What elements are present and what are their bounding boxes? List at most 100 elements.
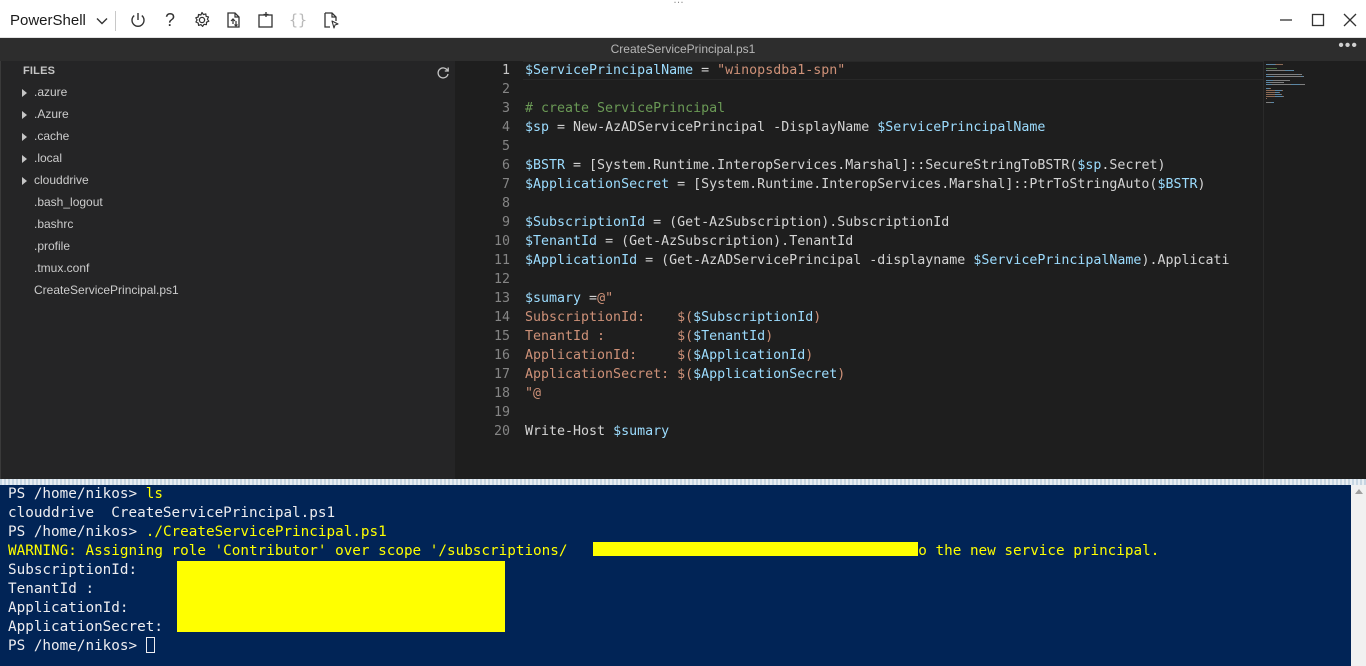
code-token: = New-AzADServicePrincipal -DisplayName [549,120,878,135]
redacted-output-values [177,561,505,632]
minimap[interactable] [1263,61,1366,479]
tree-item-label: .local [34,151,63,165]
settings-button[interactable] [192,10,212,30]
line-number: 2 [501,82,510,97]
scroll-up-icon[interactable] [1355,489,1363,494]
code-line[interactable] [525,270,1263,289]
code-token: = (Get-AzSubscription).TenantId [597,234,854,249]
code-token: $sp [1077,158,1102,173]
shell-type-dropdown[interactable]: PowerShell [10,12,108,29]
terminal-cursor [145,637,155,653]
line-number: 18 [493,386,510,401]
terminal-scrollbar[interactable] [1351,485,1366,666]
tree-file-item[interactable]: .bash_logout [1,191,456,213]
chevron-right-icon[interactable] [22,111,27,119]
code-area[interactable]: $ServicePrincipalName = "winopsdba1-spn"… [525,61,1263,441]
line-number: 14 [493,310,510,325]
code-token: $SubscriptionId [693,310,814,325]
redacted-subscription-id [593,542,918,556]
minimap-stroke [1285,70,1294,71]
tree-item-label: .bash_logout [34,195,103,209]
toolbar-divider [115,11,116,31]
code-token: = (Get-AzADServicePrincipal -displayname [637,253,974,268]
code-line[interactable]: $TenantId = (Get-AzSubscription).TenantI… [525,232,1263,251]
tree-item-label: .bashrc [34,217,74,231]
code-token: SubscriptionId: $( [525,310,694,325]
power-icon [131,13,145,27]
new-session-icon [258,12,273,28]
minimap-stroke [1266,92,1275,93]
powershell-terminal[interactable]: PS /home/nikos> ls clouddrive CreateServ… [0,485,1366,666]
code-line[interactable] [525,403,1263,422]
tree-file-item[interactable]: .tmux.conf [1,257,456,279]
tree-folder-item[interactable]: clouddrive [1,169,456,191]
terminal-warning-line: WARNING: Assigning role 'Contributor' ov… [8,543,1160,559]
code-line[interactable]: ApplicationId: $($ApplicationId) [525,346,1263,365]
line-number-gutter: 1 2 3 4 5 6 7 8 9 10 11 12 13 14 15 16 17 18 19 20 [455,61,510,441]
code-line[interactable]: $sumary =@" [525,289,1263,308]
tree-folder-item[interactable]: .azure [1,81,456,103]
code-token: .Secret) [1101,158,1166,173]
tree-folder-item[interactable]: .Azure [1,103,456,125]
chevron-right-icon[interactable] [22,177,27,185]
close-icon[interactable] [1342,12,1358,28]
minimize-icon[interactable] [1278,12,1294,28]
code-token: ) [1197,177,1206,192]
code-line[interactable]: $ServicePrincipalName = "winopsdba1-spn" [525,61,1263,80]
resize-grip-icon[interactable]: … [673,0,685,6]
minimap-stroke [1268,74,1297,75]
minimap-stroke [1291,84,1300,85]
tree-folder-item[interactable]: .local [1,147,456,169]
tree-file-item[interactable]: CreateServicePrincipal.ps1 [1,279,456,301]
terminal-line: SubscriptionId: [8,562,138,578]
code-token: $BSTR [525,158,566,173]
line-number: 5 [501,139,510,154]
new-session-button[interactable] [256,10,276,30]
chevron-right-icon[interactable] [22,89,27,97]
code-token: $ServicePrincipalName [525,63,694,78]
refresh-icon[interactable] [436,66,450,80]
code-line[interactable]: SubscriptionId: $($SubscriptionId) [525,308,1263,327]
tree-item-label: .cache [34,129,70,143]
code-line[interactable]: Write-Host $sumary [525,422,1263,441]
chevron-right-icon[interactable] [22,155,27,163]
more-options-icon[interactable]: ••• [1338,37,1358,55]
upload-download-button[interactable] [224,10,244,30]
code-token: $sp [525,120,550,135]
code-line[interactable]: $SubscriptionId = (Get-AzSubscription).S… [525,213,1263,232]
minimap-stroke [1275,90,1282,91]
code-line[interactable]: "@ [525,384,1263,403]
restart-button[interactable] [128,10,148,30]
terminal-line: clouddrive CreateServicePrincipal.ps1 [8,505,336,521]
code-line[interactable] [525,194,1263,213]
tree-file-item[interactable]: .bashrc [1,213,456,235]
help-button[interactable]: ? [160,10,180,30]
open-editor-button[interactable]: {} [288,10,308,30]
code-line[interactable]: $BSTR = [System.Runtime.InteropServices.… [525,156,1263,175]
tree-folder-item[interactable]: .cache [1,125,456,147]
files-header: FILES [23,65,56,77]
terminal-prompt-line[interactable]: PS /home/nikos> [8,637,155,656]
minimap-stroke [1279,92,1280,93]
line-number: 17 [493,367,510,382]
code-line[interactable] [525,137,1263,156]
code-token: ApplicationSecret: $( [525,367,694,382]
minimap-stroke [1300,84,1305,85]
code-line[interactable]: $ApplicationId = (Get-AzADServicePrincip… [525,251,1263,270]
web-preview-button[interactable] [321,10,341,30]
code-line[interactable]: $ApplicationSecret = [System.Runtime.Int… [525,175,1263,194]
code-editor[interactable]: 1 2 3 4 5 6 7 8 9 10 11 12 13 14 15 16 17 18 19 20 $Service… [455,61,1366,479]
code-token: $ServicePrincipalName [877,120,1046,135]
code-line[interactable]: # create ServicePrincipal [525,99,1263,118]
code-line[interactable]: ApplicationSecret: $($ApplicationSecret) [525,365,1263,384]
code-token: ) [805,348,814,363]
code-line[interactable] [525,80,1263,99]
code-line[interactable]: $sp = New-AzADServicePrincipal -DisplayN… [525,118,1263,137]
code-line[interactable]: TenantId : $($TenantId) [525,327,1263,346]
code-token: Write-Host [525,424,614,439]
tree-item-label: .Azure [34,107,69,121]
maximize-icon[interactable] [1310,12,1326,28]
chevron-right-icon[interactable] [22,133,27,141]
code-token: $ServicePrincipalName [973,253,1142,268]
tree-file-item[interactable]: .profile [1,235,456,257]
